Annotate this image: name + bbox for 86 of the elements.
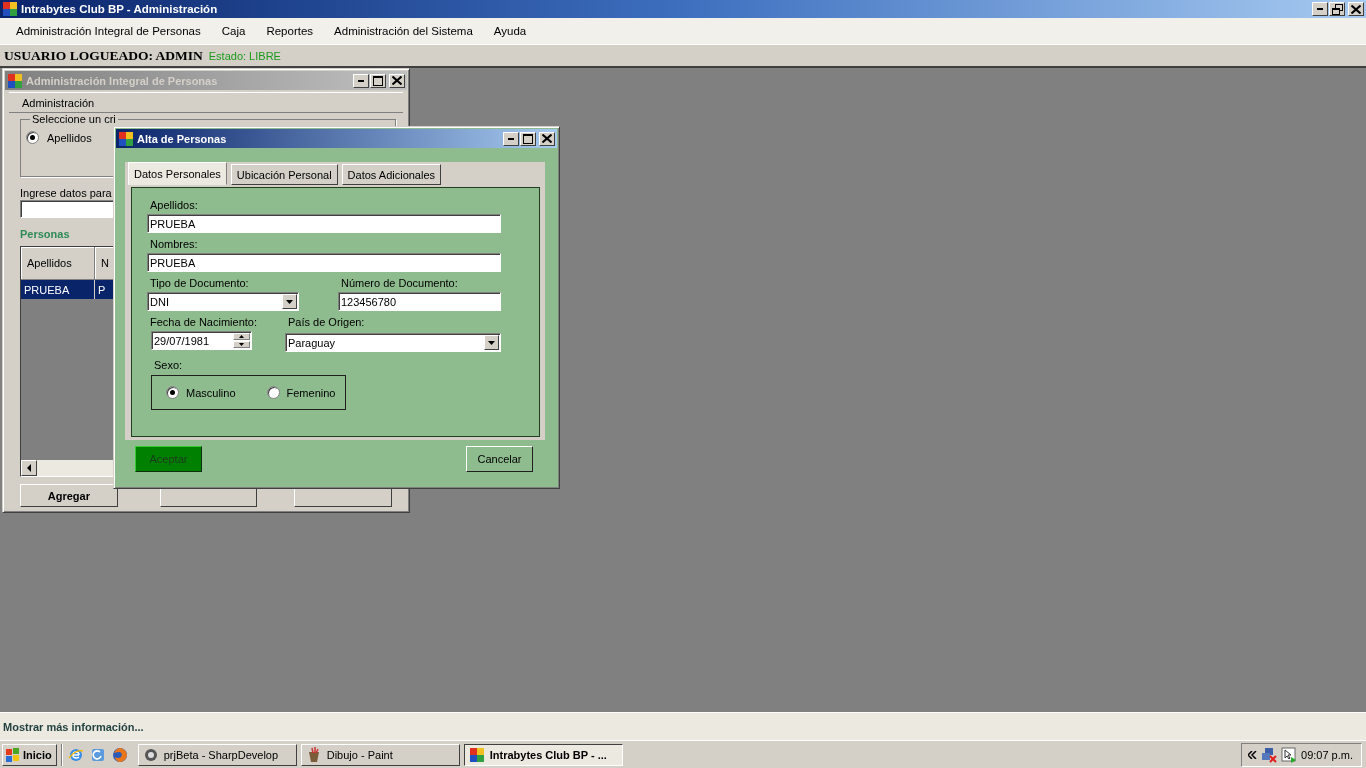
status-text[interactable]: Mostrar más información... [3,720,144,733]
taskbar-button[interactable]: Intrabytes Club BP - ... [463,743,623,766]
field-label: Tipo de Documento: [149,277,249,291]
menu-item[interactable]: Caja [214,25,255,37]
scroll-left-button[interactable] [21,460,37,476]
dropdown-field[interactable]: Paraguay [285,333,501,352]
add-button[interactable]: Agregar [20,484,118,507]
field-label: País de Origen: [287,316,365,330]
field-label: Nombres: [149,238,198,252]
tab[interactable]: Datos Personales [128,162,227,185]
radio-label: Femenino [286,386,336,399]
field-value: PRUEBA [150,256,196,269]
close-button[interactable] [1348,2,1364,16]
minimize-button[interactable] [353,73,369,88]
tab[interactable]: Ubicación Personal [230,164,338,185]
close-icon [542,134,552,143]
radio-label: Apellidos [47,131,92,144]
restore-button[interactable] [1329,2,1345,16]
down-arrow-icon [239,343,244,346]
maximize-icon [373,75,383,86]
app-icon [7,72,23,89]
field-value: 29/07/1981 [154,334,210,347]
up-arrow-icon [239,335,244,338]
taskbar-button[interactable]: Dibujo - Paint [300,743,460,766]
table-cell: PRUEBA [21,280,95,299]
cancel-button[interactable]: Cancelar [466,446,533,472]
down-arrow-icon [488,340,495,345]
app-icon [468,746,485,763]
start-button[interactable]: Inicio [2,743,57,766]
dropdown-button[interactable] [282,294,297,309]
windows-logo-icon [5,746,21,763]
window-title: Alta de Personas [137,132,228,145]
window-title: Administración Integral de Personas [26,74,219,87]
close-icon [1351,4,1361,14]
column-header[interactable]: Apellidos [21,247,95,280]
minimize-button[interactable] [503,131,519,146]
group-label: Seleccione un cri [31,113,117,125]
spin-buttons[interactable] [233,333,250,348]
minimize-icon [508,137,514,140]
list-title: Personas [20,228,71,240]
field-label: Fecha de Nacimiento: [149,316,257,330]
tab[interactable]: Datos Adicionales [341,164,442,185]
field-value: PRUEBA [150,217,196,230]
menu-item[interactable]: Administración Integral de Personas [9,25,210,37]
window-title: Intrabytes Club BP - Administración [21,3,219,15]
logged-user-label: USUARIO LOGUEADO: ADMIN [4,47,203,64]
maximize-icon [523,133,533,144]
maximize-button[interactable] [520,131,536,146]
chevron-left-icon[interactable] [1248,750,1257,759]
menu-item[interactable]: Ayuda [486,25,536,37]
menu-item[interactable]: Administración del Sistema [327,25,482,37]
close-button[interactable] [539,131,555,146]
field-label: Apellidos: [149,199,198,213]
text-field[interactable]: 123456780 [338,292,501,311]
app-icon [118,130,134,147]
close-icon [392,76,402,85]
down-arrow-icon [286,299,293,304]
restore-icon [1331,3,1343,15]
text-field[interactable]: PRUEBA [147,214,501,233]
dropdown-button[interactable] [484,335,499,350]
radio-label: Masculino [186,386,236,399]
refresh-page-icon[interactable] [89,746,106,763]
minimize-icon [1317,8,1323,10]
group-label: Sexo: [153,359,183,373]
date-field[interactable]: 29/07/1981 [151,331,252,350]
field-label: Ingrese datos para [20,187,113,199]
dropdown-field[interactable]: DNI [147,292,299,311]
menu-item[interactable]: Reportes [259,25,323,37]
radio-button[interactable] [26,131,39,144]
text-field[interactable]: PRUEBA [147,253,501,272]
close-button[interactable] [389,73,405,88]
clock[interactable]: 09:07 p.m. [1301,748,1353,761]
left-arrow-icon [26,464,32,472]
status-label: Estado: LIBRE [208,49,281,62]
minimize-icon [358,79,364,82]
field-value: Paraguay [288,336,336,349]
minimize-button[interactable] [1312,2,1328,16]
maximize-button[interactable] [370,73,386,88]
network-error-icon[interactable] [1261,746,1277,763]
taskbar-button[interactable]: prjBeta - SharpDevelop [137,743,297,766]
radio-button[interactable] [166,386,179,399]
app-icon [2,1,18,17]
globe-e-icon[interactable] [67,746,84,763]
radio-button[interactable] [266,386,280,399]
cursor-icon[interactable] [1281,746,1297,763]
section-title: Administración [22,96,95,109]
